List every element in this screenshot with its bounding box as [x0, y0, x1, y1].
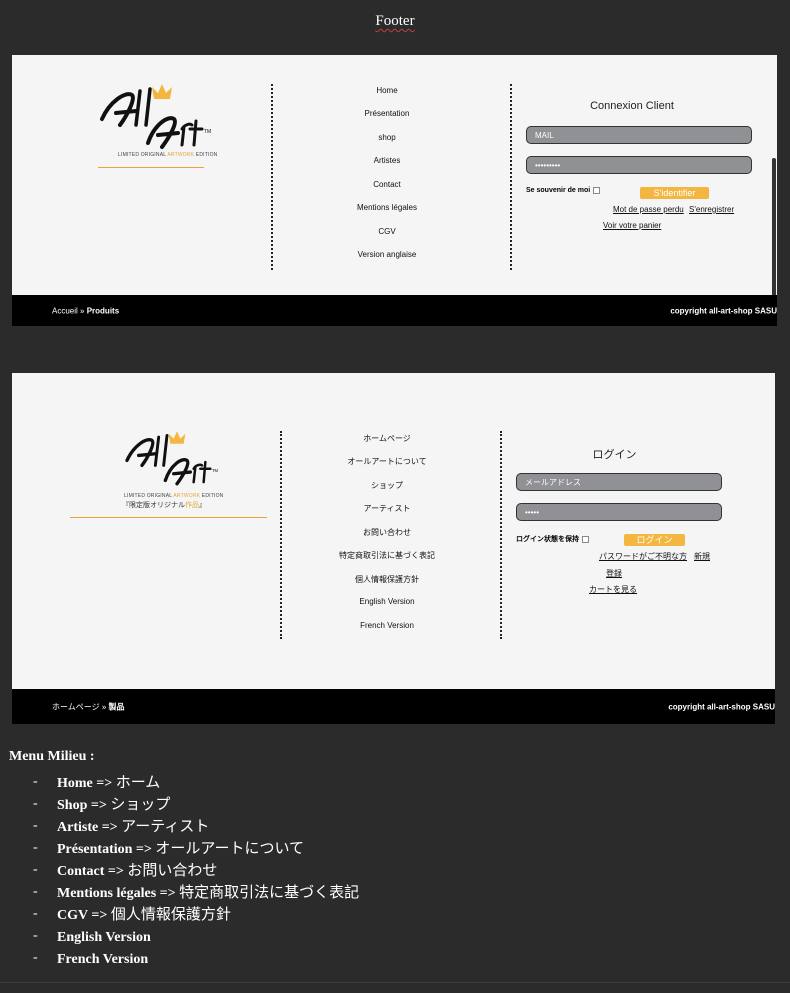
logo[interactable]: TM [96, 81, 216, 156]
breadcrumb-home[interactable]: ホームページ [52, 702, 100, 711]
breadcrumb-current: 製品 [108, 702, 125, 711]
remember-label: ログイン状態を保持 [516, 536, 579, 543]
menu-item-legal[interactable]: 特定商取引法に基づく表記 [322, 550, 452, 561]
remember-label: Se souvenir de moi [526, 187, 591, 194]
divider-left [280, 431, 282, 639]
menu-item-presentation[interactable]: Présentation [332, 109, 442, 118]
menu-item-artists[interactable]: アーティスト [322, 503, 452, 514]
divider-left [271, 84, 273, 270]
remember-checkbox[interactable] [582, 535, 589, 543]
menu-item-about[interactable]: オールアートについて [322, 456, 452, 467]
remember-me[interactable]: Se souvenir de moi [526, 187, 601, 194]
svg-text:TM: TM [212, 468, 219, 473]
svg-text:TM: TM [204, 129, 211, 135]
logo-underline [98, 167, 204, 168]
menu-item-contact[interactable]: お問い合わせ [322, 527, 452, 538]
menu-item-shop[interactable]: shop [332, 133, 442, 142]
crown-icon [152, 84, 172, 99]
register-link[interactable]: S'enregistrer [689, 205, 734, 214]
password-field[interactable]: ••••• [516, 503, 722, 521]
email-field[interactable]: メールアドレス [516, 473, 722, 491]
notes-title: Menu Milieu : [9, 749, 95, 764]
logo-tagline: LIMITED ORIGINAL ARTWORK EDITION [118, 152, 218, 158]
email-field[interactable]: MAIL [526, 126, 752, 144]
login-title: ログイン [592, 449, 637, 461]
list-item: - French Version [33, 950, 149, 967]
menu-item-shop[interactable]: ショップ [322, 480, 452, 491]
menu-item-mentions[interactable]: Mentions légales [332, 203, 442, 212]
forgot-password-link[interactable]: Mot de passe perdu [613, 205, 684, 214]
page-title: Footer [375, 13, 415, 29]
login-button[interactable]: S'identifier [640, 187, 709, 199]
menu-item-french[interactable]: French Version [322, 621, 452, 630]
menu-item-artistes[interactable]: Artistes [332, 156, 442, 165]
login-title: Connexion Client [590, 100, 674, 112]
breadcrumb: Accueil » Produits [52, 306, 119, 315]
list-item: - Présentation => オールアートについて [33, 839, 305, 857]
view-cart-link[interactable]: Voir votre panier [603, 221, 661, 230]
login-button[interactable]: ログイン [624, 534, 685, 546]
forgot-password-link[interactable]: パスワードがご不明な方 [599, 551, 687, 562]
view-cart-link[interactable]: カートを見る [589, 584, 637, 595]
list-item: - Artiste => アーティスト [33, 817, 210, 835]
list-item: - English Version [33, 928, 151, 945]
breadcrumb-current: Produits [86, 306, 120, 315]
list-item: - Home => ホーム [33, 773, 161, 791]
menu-item-cgv[interactable]: CGV [332, 227, 442, 236]
all-art-logo: TM [100, 84, 211, 149]
footer-bar: Accueil » Produits copyright all-art-sho… [12, 295, 777, 326]
copyright: copyright all-art-shop SASU [670, 306, 777, 315]
footer-french: TM LIMITED ORIGINAL ARTWORK EDITION Home… [12, 55, 777, 326]
crown-icon [168, 431, 186, 444]
logo-underline [70, 517, 267, 518]
breadcrumb: ホームページ » 製品 [52, 701, 125, 712]
menu-item-privacy[interactable]: 個人情報保護方針 [322, 574, 452, 585]
register-link[interactable]: 登録 [606, 568, 622, 579]
notes-list: - Home => ホーム - Shop => ショップ - Artiste => ア… [9, 771, 359, 969]
divider-right [510, 84, 512, 270]
divider-right [500, 431, 502, 639]
breadcrumb-separator: » [77, 306, 87, 315]
breadcrumb-home[interactable]: Accueil [52, 306, 78, 315]
menu-item-english[interactable]: English Version [322, 597, 452, 606]
menu-item-home[interactable]: ホームページ [322, 433, 452, 444]
logo-jp-tagline: 『限定版オリジナル作品』 [122, 502, 206, 509]
password-field[interactable]: ••••••••• [526, 156, 752, 174]
logo-tagline: LIMITED ORIGINAL ARTWORK EDITION [124, 493, 224, 499]
list-item: - Contact => お問い合わせ [33, 861, 218, 879]
bottom-divider [0, 982, 790, 983]
remember-me[interactable]: ログイン状態を保持 [516, 534, 589, 544]
menu-item-contact[interactable]: Contact [332, 180, 442, 189]
footer-japanese: TM LIMITED ORIGINAL ARTWORK EDITION 『限定版… [12, 373, 775, 724]
logo[interactable]: TM [122, 428, 222, 492]
breadcrumb-separator: » [99, 702, 109, 711]
list-item: - Shop => ショップ [33, 795, 171, 813]
all-art-logo: TM [125, 431, 219, 486]
footer-bar: ホームページ » 製品 copyright all-art-shop SASU [12, 689, 775, 724]
list-item: - CGV => 個人情報保護方針 [33, 905, 231, 923]
copyright: copyright all-art-shop SASU [668, 702, 775, 711]
remember-checkbox[interactable] [593, 187, 601, 194]
new-link[interactable]: 新規 [694, 551, 710, 562]
menu-notes: Menu Milieu : - Home => ホーム - Shop => ショップ… [9, 749, 359, 969]
menu-item-english[interactable]: Version anglaise [332, 250, 442, 259]
list-item: - Mentions légales => 特定商取引法に基づく表記 [33, 883, 360, 901]
menu-item-home[interactable]: Home [332, 86, 442, 95]
